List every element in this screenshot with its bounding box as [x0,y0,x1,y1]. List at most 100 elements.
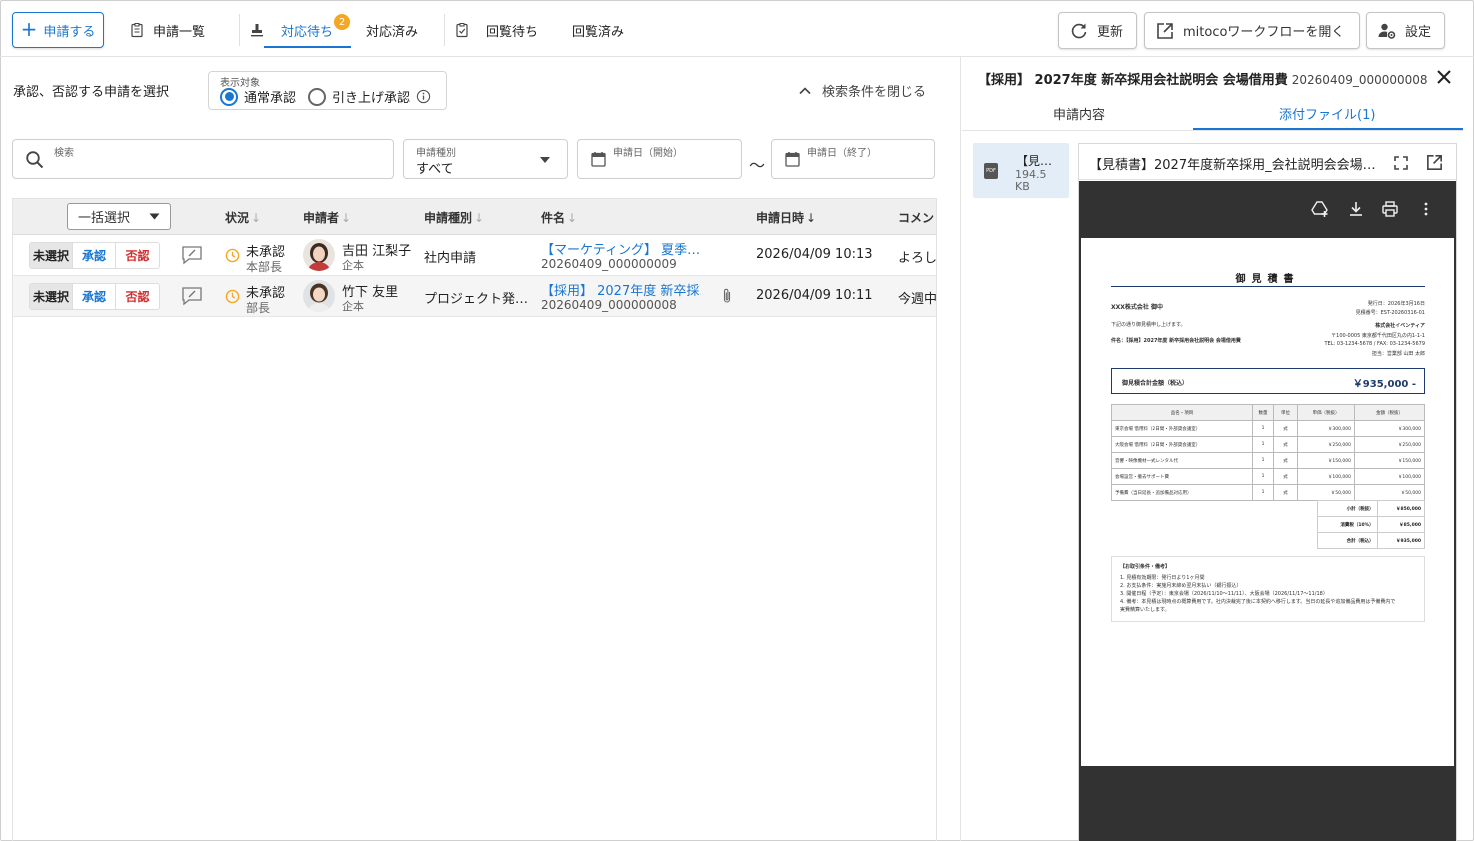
tab-circulation-waiting[interactable]: 回覧待ち [454,12,538,48]
date-to-input[interactable]: 申請日（終了） [771,139,935,179]
tab-request-content[interactable]: 申請内容 [1053,104,1105,123]
avatar [303,239,335,271]
doc-item-amount: ￥100,000 [1354,468,1425,485]
comment-text: よろし [898,251,937,266]
doc-item-qty: 1 [1252,452,1274,469]
choice-unselected[interactable]: 未選択 [30,284,73,309]
doc-item-row: 音響・映像機材一式レンタル代 1 式 ￥150,000 ￥150,000 [1111,452,1425,469]
user-gear-icon [1378,23,1396,39]
doc-item-price: ￥100,000 [1297,468,1355,485]
comment-edit-icon[interactable] [181,245,203,265]
doc-tax-row: 消費税（10%） ￥85,000 [1317,516,1426,533]
tab-circulation-done[interactable]: 回覧済み [572,12,624,48]
radio-pullup-label: 引き上げ承認 [332,91,411,106]
stamp-icon [251,24,263,37]
info-icon[interactable] [416,89,431,104]
radio-pullup-approval[interactable]: 引き上げ承認 [308,87,431,106]
chevron-up-icon [799,86,811,94]
comment-text: 今週中 [898,292,937,307]
search-input[interactable]: 検索 [12,139,394,179]
open-workflow-button[interactable]: mitocoワークフローを開く [1144,12,1360,49]
doc-notes-title: 【お取引条件・備考】 [1120,564,1171,570]
header-subject[interactable]: 件名 ↓ [541,209,577,226]
doc-grand-label: 合計（税込） [1317,532,1378,549]
doc-grand-row: 合計（税込） ￥935,000 [1317,532,1426,549]
doc-item-qty: 1 [1252,420,1274,437]
header-comment[interactable]: コメン [898,209,934,226]
subject-link[interactable]: 【採用】 2027年度 新卒採… [541,280,701,299]
request-type-label: 申請種別 [416,148,456,159]
attachment-item[interactable]: PDF 【見… 194.5 KB [973,143,1069,198]
doc-item-qty: 1 [1252,468,1274,485]
active-tab-indicator [1193,128,1463,130]
date-from-label: 申請日（開始） [613,148,683,159]
radio-checked-icon [220,87,238,106]
doc-item-header: 品名・項目 数量 単位 単価（税抜） 金額（税抜） [1111,404,1425,421]
tab-pending[interactable]: 対応待ち [249,12,333,48]
tab-done[interactable]: 対応済み [366,12,418,48]
attachment-size-unit: KB [1015,180,1030,193]
pdf-viewer: 【見積書】2027年度新卒採用_会社説明会会場… 御見積書 XXX株式会社 御中… [1078,143,1457,841]
close-icon[interactable] [1436,69,1452,85]
table-row[interactable]: 未選択 承認 否認 未承認 本部長 吉田 江梨子 企本 社内申請 【マーケティン… [13,235,937,276]
request-type-select[interactable]: 申請種別 すべて [403,139,568,179]
detail-number: 20260409_000000008 [1291,73,1428,87]
caret-down-icon [149,213,160,220]
subject-link[interactable]: 【マーケティング】 夏季… [541,239,701,258]
plus-icon: + [20,17,38,41]
tab-request-list[interactable]: 申請一覧 [129,12,205,48]
radio-unchecked-icon [308,87,326,106]
sort-arrow-icon: ↓ [341,210,352,225]
header-status[interactable]: 状況 ↓ [225,209,261,226]
choice-approve[interactable]: 承認 [73,284,116,309]
doc-item-table: 品名・項目 数量 単位 単価（税抜） 金額（税抜） 東京会場 借用料（2日間・外… [1111,404,1425,501]
doc-tax: ￥85,000 [1376,516,1426,533]
refresh-button[interactable]: 更新 [1058,12,1137,49]
radio-normal-approval[interactable]: 通常承認 [220,87,296,106]
doc-item-unit: 式 [1273,468,1298,485]
choice-approve[interactable]: 承認 [73,243,116,268]
new-request-button[interactable]: + 申請する [12,12,104,48]
settings-button[interactable]: 設定 [1366,12,1445,49]
bulk-select-dropdown[interactable]: 一括選択 [67,203,171,230]
fullscreen-icon[interactable] [1393,155,1409,171]
clipboard-check-icon [456,23,468,38]
external-link-icon[interactable] [1425,153,1444,172]
table-header: 一括選択 状況 ↓ 申請者 ↓ 申請種別 ↓ 件名 ↓ 申請日時 ↓ コメン [13,199,936,235]
doc-note-line: 4. 備考：本見積は現時点の概算費用です。社内決裁完了後に本契約へ移行します。当… [1120,599,1396,605]
comment-edit-icon[interactable] [181,286,203,306]
header-comment-label: コメン [898,211,935,225]
request-table: 一括選択 状況 ↓ 申請者 ↓ 申請種別 ↓ 件名 ↓ 申請日時 ↓ コメン 未選択 承認… [12,198,937,841]
doc-summary-table: 小計（税抜） ￥850,000 消費税（10%） ￥85,000 合計（税込） ￥93… [1317,500,1426,549]
print-icon[interactable] [1381,200,1399,218]
choice-reject[interactable]: 否認 [116,284,159,309]
more-vert-icon[interactable] [1417,200,1435,218]
header-type[interactable]: 申請種別 ↓ [424,209,484,226]
doc-title: 御見積書 [1235,274,1300,285]
sort-arrow-icon: ↓ [474,210,485,225]
doc-tel: TEL: 03-1234-5678 / FAX: 03-1234-5679 [1324,341,1425,347]
table-row[interactable]: 未選択 承認 否認 未承認 部長 竹下 友里 企本 プロジェクト発… 【採用】 … [13,276,937,317]
date-from-input[interactable]: 申請日（開始） [577,139,742,179]
tab-done-label: 対応済み [366,24,419,40]
close-filter-button[interactable]: 検索条件を閉じる [798,81,926,100]
download-icon[interactable] [1347,200,1365,218]
tab-request-list-label: 申請一覧 [153,24,206,40]
doc-notes: 【お取引条件・備考】 1. 見積有効期限：発行日より1ヶ月間 2. お支払条件：… [1111,556,1425,622]
doc-staff: 担当：営業部 山田 太郎 [1371,351,1425,357]
doc-item-price: ￥50,000 [1297,484,1355,501]
doc-col-item: 品名・項目 [1111,404,1253,421]
header-subject-label: 件名 [541,211,566,225]
doc-item-unit: 式 [1273,420,1298,437]
doc-issue-date: 発行日：2026年3月16日 [1367,301,1425,307]
header-applicant[interactable]: 申請者 ↓ [303,209,351,226]
doc-total-label: 御見積合計金額（税込） [1122,380,1189,387]
choice-reject[interactable]: 否認 [116,243,159,268]
approver-role: 本部長 [246,260,283,274]
drive-add-icon[interactable] [1311,200,1329,218]
tab-attachments[interactable]: 添付ファイル(1) [1279,104,1375,123]
bulk-select-label: 一括選択 [78,211,131,226]
choice-unselected[interactable]: 未選択 [30,243,73,268]
header-datetime[interactable]: 申請日時 ↓ [756,209,816,226]
refresh-icon [1071,23,1087,38]
